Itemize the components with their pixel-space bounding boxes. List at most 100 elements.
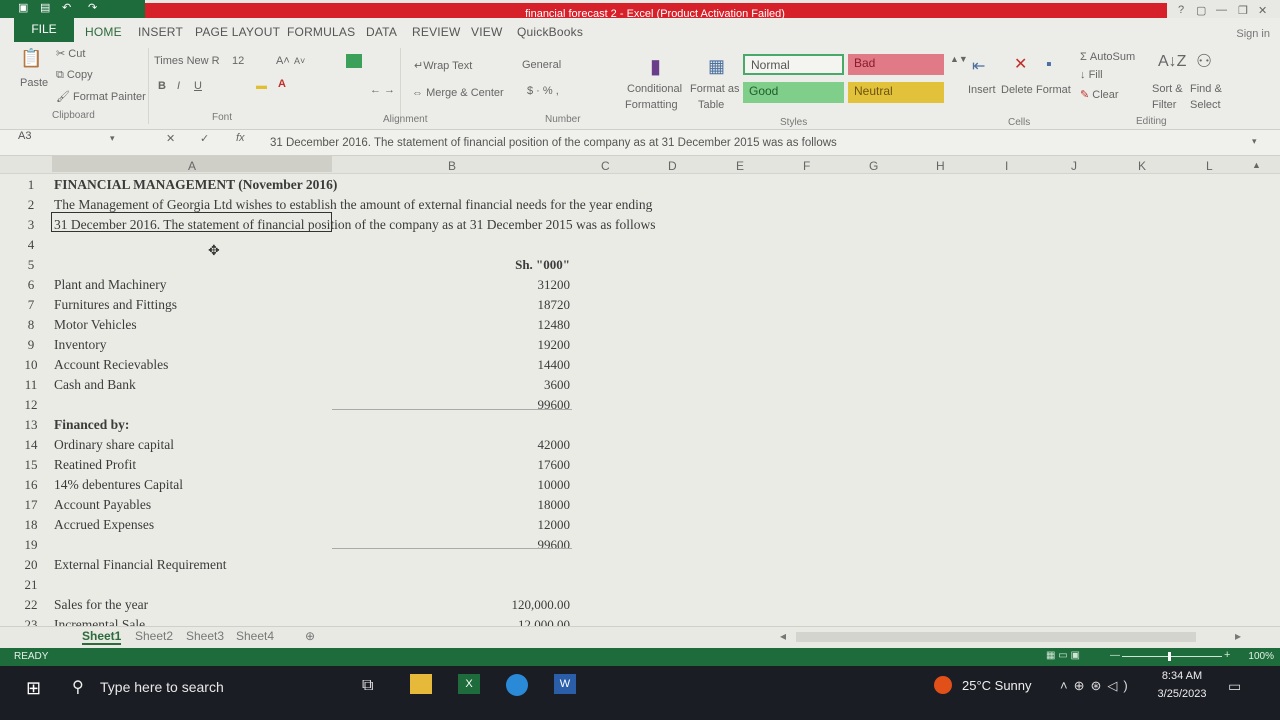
cell-b[interactable]: 99600 xyxy=(538,397,571,413)
row-header[interactable]: 14 xyxy=(18,437,44,453)
cut-button[interactable]: ✂ Cut xyxy=(56,47,85,60)
font-name-select[interactable]: Times New R xyxy=(154,55,220,67)
cell-a[interactable]: The Management of Georgia Ltd wishes to … xyxy=(54,197,652,213)
cell-a[interactable]: Sales for the year xyxy=(54,597,148,613)
name-box[interactable]: A3 xyxy=(18,130,31,142)
cell-b[interactable]: Sh. "000" xyxy=(515,257,570,273)
row-header[interactable]: 21 xyxy=(18,577,44,593)
sort-filter-button[interactable]: Sort & xyxy=(1152,83,1183,95)
column-header-j[interactable]: J xyxy=(1071,159,1077,173)
clear-button[interactable]: ✎ Clear xyxy=(1080,88,1119,101)
delete-button[interactable]: Delete xyxy=(1001,84,1033,96)
conditional-formatting-button[interactable]: Conditional xyxy=(627,83,682,95)
zoom-level[interactable]: 100% xyxy=(1248,651,1274,662)
cell-b[interactable]: 12,000.00 xyxy=(518,617,570,626)
row-header[interactable]: 18 xyxy=(18,517,44,533)
row-header[interactable]: 10 xyxy=(18,357,44,373)
shrink-font-icon[interactable]: A˅ xyxy=(294,56,305,66)
sheet-tab-1[interactable]: Sheet1 xyxy=(82,629,122,645)
sheet-tab-3[interactable]: Sheet3 xyxy=(186,629,224,643)
weather-widget[interactable]: 25°C Sunny xyxy=(962,678,1032,693)
horizontal-scrollbar[interactable] xyxy=(796,632,1196,642)
column-header-i[interactable]: I xyxy=(1005,159,1008,173)
style-neutral[interactable]: Neutral xyxy=(848,82,944,103)
column-header-l[interactable]: L xyxy=(1206,159,1213,173)
close-icon[interactable]: ✕ xyxy=(1258,4,1267,17)
bold-button[interactable]: B xyxy=(158,80,166,92)
fill-button[interactable]: ↓ Fill xyxy=(1080,69,1103,81)
row-header[interactable]: 23 xyxy=(18,617,44,626)
autosum-button[interactable]: Σ AutoSum xyxy=(1080,51,1135,63)
column-header-g[interactable]: G xyxy=(869,159,878,173)
cell-a[interactable]: Cash and Bank xyxy=(54,377,136,393)
copy-button[interactable]: ⧉ Copy xyxy=(56,69,93,82)
font-color-icon[interactable]: A xyxy=(278,78,286,90)
ribbon-display-icon[interactable]: ▢ xyxy=(1196,4,1206,17)
cell-a[interactable]: Account Recievables xyxy=(54,357,168,373)
zoom-out-icon[interactable]: — xyxy=(1110,650,1120,661)
tab-page-layout[interactable]: PAGE LAYOUT xyxy=(195,25,280,39)
selected-cell-a3[interactable] xyxy=(51,212,332,232)
column-header-a[interactable]: A xyxy=(188,159,196,173)
windows-start-icon[interactable]: ⊞ xyxy=(26,678,41,699)
expand-formula-icon[interactable]: ▾ xyxy=(1252,136,1257,147)
undo-icon[interactable]: ↶ xyxy=(62,2,74,14)
find-select-button[interactable]: Find & xyxy=(1190,83,1222,95)
insert-button[interactable]: Insert xyxy=(968,84,996,96)
cell-b[interactable]: 10000 xyxy=(538,477,571,493)
merge-center-button[interactable]: ⇔ Merge & Center xyxy=(412,87,504,99)
cell-a[interactable]: Accrued Expenses xyxy=(54,517,154,533)
row-header[interactable]: 7 xyxy=(18,297,44,313)
cell-b[interactable]: 19200 xyxy=(538,337,571,353)
view-mode-icons[interactable]: ▦ ▭ ▣ xyxy=(1046,650,1080,661)
cell-b[interactable]: 12000 xyxy=(538,517,571,533)
column-header-e[interactable]: E xyxy=(736,159,744,173)
enter-icon[interactable]: ✓ xyxy=(200,132,209,145)
tab-formulas[interactable]: FORMULAS xyxy=(287,25,355,39)
formula-input[interactable]: 31 December 2016. The statement of finan… xyxy=(270,137,837,149)
restore-icon[interactable]: ❐ xyxy=(1238,4,1248,17)
notifications-icon[interactable]: ▭ xyxy=(1228,678,1241,695)
row-header[interactable]: 2 xyxy=(18,197,44,213)
scroll-right-icon[interactable]: ▸ xyxy=(1235,629,1241,643)
number-format-select[interactable]: General xyxy=(522,59,561,71)
column-header-k[interactable]: K xyxy=(1138,159,1146,173)
indent-icons[interactable]: ← → xyxy=(370,84,395,96)
worksheet-grid[interactable]: A B C D E F G H I J K L ▲ 1 FINANCIAL MAN… xyxy=(0,156,1280,626)
cell-a[interactable]: Financed by: xyxy=(54,417,129,433)
column-header-c[interactable]: C xyxy=(601,159,610,173)
row-header[interactable]: 16 xyxy=(18,477,44,493)
cell-b[interactable]: 17600 xyxy=(538,457,571,473)
cell-a[interactable]: Plant and Machinery xyxy=(54,277,166,293)
file-explorer-icon[interactable] xyxy=(410,674,432,694)
row-header[interactable]: 13 xyxy=(18,417,44,433)
italic-button[interactable]: I xyxy=(177,80,180,92)
sheet-tab-4[interactable]: Sheet4 xyxy=(236,629,274,643)
row-header[interactable]: 6 xyxy=(18,277,44,293)
column-header-b[interactable]: B xyxy=(448,159,456,173)
column-header-h[interactable]: H xyxy=(936,159,945,173)
currency-icon[interactable]: $ · % , xyxy=(527,85,559,97)
redo-icon[interactable]: ↷ xyxy=(88,2,100,14)
paste-button[interactable]: Paste xyxy=(20,77,48,89)
clock-time[interactable]: 8:34 AM xyxy=(1156,670,1208,682)
cell-a[interactable]: Reatined Profit xyxy=(54,457,136,473)
style-bad[interactable]: Bad xyxy=(848,54,944,75)
row-header[interactable]: 22 xyxy=(18,597,44,613)
clock-date[interactable]: 3/25/2023 xyxy=(1152,688,1212,700)
row-header[interactable]: 1 xyxy=(18,177,44,193)
paste-icon[interactable]: 📋 xyxy=(20,48,42,69)
task-view-icon[interactable]: ⧉ xyxy=(362,677,373,695)
column-header-d[interactable]: D xyxy=(668,159,677,173)
row-header[interactable]: 8 xyxy=(18,317,44,333)
grow-font-icon[interactable]: A˄ xyxy=(276,55,290,67)
cell-a[interactable]: FINANCIAL MANAGEMENT (November 2016) xyxy=(54,177,337,193)
highlight-icon[interactable]: ▬ xyxy=(256,80,267,92)
cell-b[interactable]: 120,000.00 xyxy=(512,597,571,613)
cell-b[interactable]: 14400 xyxy=(538,357,571,373)
row-header[interactable]: 11 xyxy=(18,377,44,393)
row-header[interactable]: 15 xyxy=(18,457,44,473)
format-button[interactable]: Format xyxy=(1036,84,1071,96)
save-icon[interactable]: ▤ xyxy=(40,2,52,14)
minimize-icon[interactable]: — xyxy=(1216,4,1227,16)
